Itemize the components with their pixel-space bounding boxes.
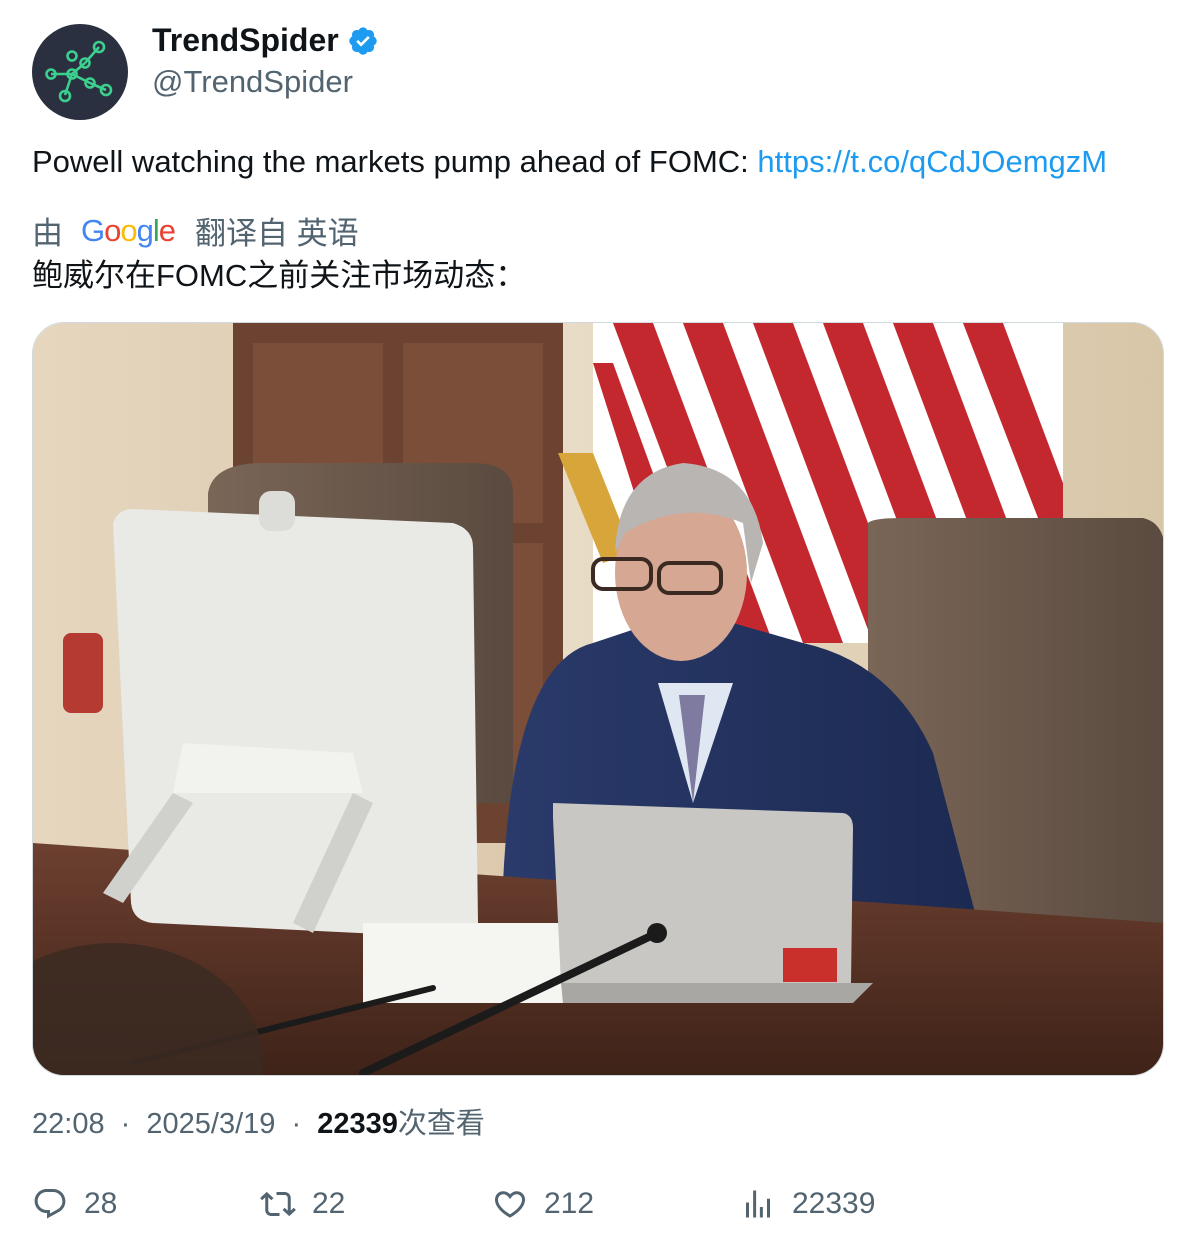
retweet-icon [260, 1191, 296, 1217]
account-handle[interactable]: @TrendSpider [152, 64, 353, 100]
views-action-count: 22339 [792, 1187, 876, 1220]
views-count: 22339 [317, 1108, 398, 1140]
translation-attribution: 由 Google 翻译自 英语 [32, 208, 359, 253]
display-name[interactable]: TrendSpider [152, 22, 339, 59]
tweet-meta: 22:08 · 2025/3/19 · 22339次查看 [32, 1100, 485, 1142]
meta-separator: · [291, 1108, 302, 1140]
trendspider-logo-icon [45, 40, 113, 103]
like-button[interactable]: 212 [492, 1186, 594, 1222]
analytics-icon [746, 1190, 770, 1218]
photo-image [33, 323, 1163, 1075]
tweet-photo[interactable] [32, 322, 1164, 1076]
verified-badge-icon[interactable] [347, 25, 379, 57]
views-label: 次查看 [397, 1108, 485, 1140]
views-button[interactable]: 22339 [740, 1186, 875, 1222]
avatar[interactable] [32, 24, 128, 120]
heart-icon [494, 1191, 526, 1218]
like-count: 212 [544, 1187, 595, 1220]
reply-icon [34, 1189, 66, 1219]
tweet-time[interactable]: 22:08 [32, 1108, 105, 1140]
tweet-body: Powell watching the markets pump ahead o… [32, 144, 758, 179]
translated-text: 鲍威尔在FOMC之前关注市场动态： [32, 258, 527, 293]
translation-from-label[interactable]: 翻译自 英语 [195, 208, 359, 253]
author-name-row: TrendSpider [152, 22, 379, 59]
translation-by-label: 由 [32, 216, 63, 251]
tweet-link[interactable]: https://t.co/qCdJOemgzM [757, 144, 1107, 179]
reply-count: 28 [84, 1187, 118, 1220]
tweet-date[interactable]: 2025/3/19 [146, 1108, 275, 1140]
retweet-count: 22 [312, 1187, 346, 1220]
retweet-button[interactable]: 22 [260, 1186, 345, 1222]
meta-separator: · [120, 1108, 131, 1140]
google-logo: Google [81, 212, 176, 248]
tweet-text: Powell watching the markets pump ahead o… [32, 143, 1107, 181]
reply-button[interactable]: 28 [32, 1186, 117, 1222]
